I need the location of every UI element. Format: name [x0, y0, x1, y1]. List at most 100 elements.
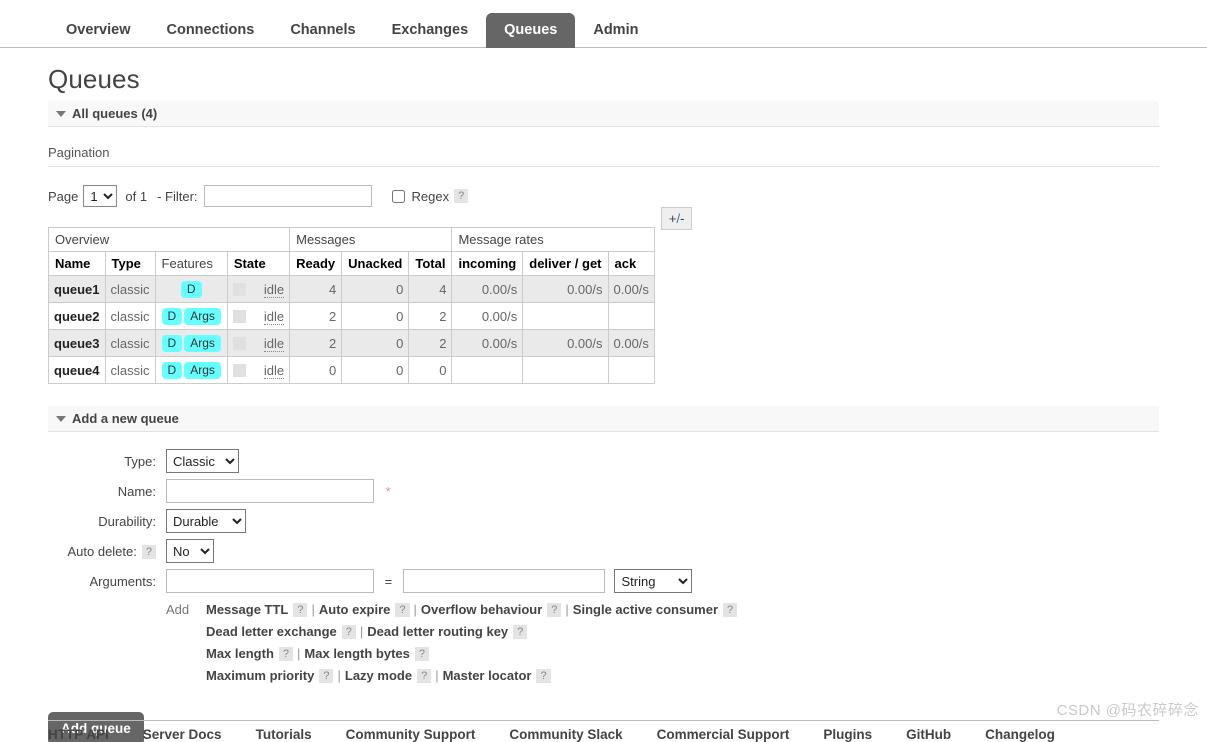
feature-badge-d[interactable]: D — [180, 280, 202, 298]
help-icon[interactable]: ? — [319, 669, 334, 683]
footer-link-commercial-support[interactable]: Commercial Support — [657, 727, 790, 742]
argument-preset-message-ttl[interactable]: Message TTL — [206, 602, 288, 617]
argument-key-input[interactable] — [166, 569, 374, 593]
page-footer: CSDN @码农碎碎念 HTTP API Server Docs Tutorials… — [0, 702, 1207, 742]
column-header-deliver-get[interactable]: deliver / get — [522, 251, 609, 276]
page-select[interactable]: 1 — [83, 185, 118, 207]
help-icon[interactable]: ? — [278, 647, 294, 661]
feature-badge-args[interactable]: Args — [184, 361, 221, 379]
argument-preset-max-length[interactable]: Max length — [206, 646, 274, 661]
footer-link-item[interactable]: Commercial Support — [657, 727, 790, 742]
nav-tab-label[interactable]: Channels — [272, 13, 373, 48]
footer-link-item[interactable]: Community Support — [346, 727, 476, 742]
feature-badge-args[interactable]: Args — [184, 307, 221, 325]
column-header-incoming[interactable]: incoming — [451, 251, 524, 276]
column-header-name[interactable]: Name — [48, 251, 106, 276]
footer-link-tutorials[interactable]: Tutorials — [256, 727, 312, 742]
queue-deliver-get-cell: 0.00/s — [522, 329, 609, 357]
footer-link-server-docs[interactable]: Server Docs — [143, 727, 222, 742]
regex-help-icon[interactable]: ? — [454, 189, 469, 203]
filter-input[interactable] — [203, 185, 372, 207]
argument-value-input[interactable] — [402, 569, 605, 593]
nav-tab-label[interactable]: Connections — [149, 13, 273, 48]
nav-tab-label[interactable]: Queues — [486, 13, 576, 48]
argument-preset-lazy-mode[interactable]: Lazy mode — [345, 668, 412, 683]
section-add-queue[interactable]: Add a new queue — [48, 406, 1159, 432]
footer-link-item[interactable]: HTTP API — [48, 727, 109, 742]
queue-name-cell[interactable]: queue2 — [48, 302, 106, 330]
table-row[interactable]: queue1 classic Didle 4 0 4 0.00/s 0.00/s 0.00/s — [48, 275, 655, 303]
nav-tab-label[interactable]: Exchanges — [374, 13, 487, 48]
feature-badge-d[interactable]: D — [161, 361, 183, 379]
queue-name-cell[interactable]: queue3 — [48, 329, 106, 357]
column-header-unacked[interactable]: Unacked — [341, 251, 410, 276]
column-header-ack[interactable]: ack — [607, 251, 655, 276]
footer-divider — [48, 720, 1159, 721]
nav-tab-channels[interactable]: Channels — [272, 13, 373, 48]
feature-badge-d[interactable]: D — [161, 334, 183, 352]
argument-preset-maximum-priority[interactable]: Maximum priority — [206, 668, 314, 683]
footer-link-changelog[interactable]: Changelog — [985, 727, 1055, 742]
table-row[interactable]: queue4 classic D Args idle 0 0 0 — [48, 356, 655, 384]
column-header-total[interactable]: Total — [408, 251, 453, 276]
argument-preset-master-locator[interactable]: Master locator — [443, 668, 532, 683]
argument-preset-dead-letter-routing-key[interactable]: Dead letter routing key — [367, 624, 508, 639]
toggle-columns-button[interactable]: +/- — [660, 207, 693, 230]
footer-link-community-slack[interactable]: Community Slack — [509, 727, 622, 742]
footer-link-github[interactable]: GitHub — [906, 727, 951, 742]
nav-tab-overview[interactable]: Overview — [48, 13, 149, 48]
argument-preset-overflow-behaviour[interactable]: Overflow behaviour — [421, 602, 542, 617]
queue-unacked-cell: 0 — [341, 275, 410, 303]
table-row[interactable]: queue3 classic D Args idle 2 0 2 0.00/s 0.00/s 0.0… — [48, 329, 655, 357]
argument-type-select[interactable]: StringNumberBooleanList — [614, 569, 693, 593]
footer-link-item[interactable]: Plugins — [823, 727, 872, 742]
status-indicator-icon — [232, 282, 246, 296]
column-header-type[interactable]: Type — [104, 251, 156, 276]
footer-link-community-support[interactable]: Community Support — [346, 727, 476, 742]
footer-link-http-api[interactable]: HTTP API — [48, 727, 109, 742]
help-icon[interactable]: ? — [417, 669, 432, 683]
nav-tab-label[interactable]: Overview — [48, 13, 149, 48]
regex-checkbox[interactable] — [391, 189, 405, 203]
argument-preset-separator: | — [297, 646, 301, 661]
help-icon[interactable]: ? — [341, 625, 356, 639]
nav-tab-exchanges[interactable]: Exchanges — [374, 13, 487, 48]
argument-preset-max-length-bytes[interactable]: Max length bytes — [304, 646, 409, 661]
auto-delete-help-icon[interactable]: ? — [141, 544, 156, 559]
help-icon[interactable]: ? — [414, 647, 430, 661]
footer-link-item[interactable]: Tutorials — [256, 727, 312, 742]
footer-link-item[interactable]: Changelog — [985, 727, 1055, 742]
column-header-state[interactable]: State — [226, 251, 291, 276]
queue-name-cell[interactable]: queue4 — [48, 356, 106, 384]
feature-badge-d[interactable]: D — [161, 307, 183, 325]
nav-tab-admin[interactable]: Admin — [575, 13, 656, 48]
add-argument-label: Add — [166, 602, 190, 617]
column-header-ready[interactable]: Ready — [289, 251, 343, 276]
help-icon[interactable]: ? — [513, 625, 528, 639]
help-icon[interactable]: ? — [547, 603, 562, 617]
nav-tab-connections[interactable]: Connections — [149, 13, 273, 48]
footer-link-item[interactable]: Community Slack — [509, 727, 622, 742]
argument-preset-single-active-consumer[interactable]: Single active consumer — [573, 602, 718, 617]
footer-link-item[interactable]: Server Docs — [143, 727, 222, 742]
help-icon[interactable]: ? — [395, 603, 410, 617]
footer-link-item[interactable]: GitHub — [906, 727, 951, 742]
name-input[interactable] — [166, 479, 374, 503]
status-badge: idle — [263, 362, 285, 379]
table-row[interactable]: queue2 classic D Args idle 2 0 2 0.00/s — [48, 302, 655, 330]
column-header-features[interactable]: Features — [154, 251, 228, 276]
section-all-queues[interactable]: All queues (4) — [48, 101, 1159, 127]
feature-badge-args[interactable]: Args — [184, 334, 221, 352]
nav-tab-queues[interactable]: Queues — [486, 13, 576, 48]
footer-link-plugins[interactable]: Plugins — [823, 727, 872, 742]
argument-preset-dead-letter-exchange[interactable]: Dead letter exchange — [206, 624, 337, 639]
auto-delete-select[interactable]: NoYes — [166, 539, 214, 563]
help-icon[interactable]: ? — [293, 603, 308, 617]
type-select[interactable]: ClassicQuorumStream — [166, 449, 239, 473]
help-icon[interactable]: ? — [536, 669, 551, 683]
help-icon[interactable]: ? — [723, 603, 738, 617]
queue-name-cell[interactable]: queue1 — [48, 275, 106, 303]
durability-select[interactable]: DurableTransient — [166, 509, 246, 533]
nav-tab-label[interactable]: Admin — [575, 13, 656, 48]
argument-preset-auto-expire[interactable]: Auto expire — [319, 602, 391, 617]
